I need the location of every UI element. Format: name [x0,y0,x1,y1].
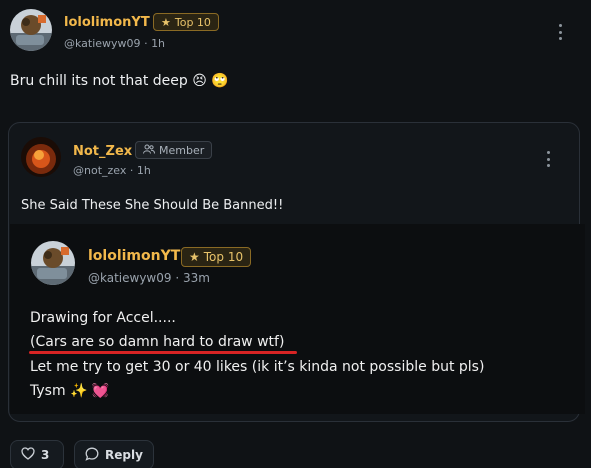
avatar [31,241,75,285]
post-text: Bru chill its not that deep 😣 🙄 [10,73,229,89]
member-badge: Member [135,141,213,159]
member-icon [143,144,155,157]
more-options-icon[interactable] [554,24,566,40]
avatar[interactable] [10,9,52,51]
more-options-icon[interactable] [542,151,554,167]
timestamp: 1h [136,164,151,177]
screenshot-author-handle: @katiewyw09 · 33m [88,271,210,285]
attached-screenshot[interactable]: lololimonYT ★ Top 10 @katiewyw09 · 33m D… [10,224,585,414]
badge-label: Member [159,143,205,157]
heart-icon [21,447,35,463]
screenshot-author-name: lololimonYT [88,248,181,264]
like-count: 3 [41,448,50,462]
separator-dot: · [144,37,152,50]
comment-icon [85,447,99,464]
like-button[interactable]: 3 [10,440,64,468]
top10-badge: ★ Top 10 [153,13,219,31]
post-author-name[interactable]: lololimonYT [64,15,150,30]
post-author-handle[interactable]: @katiewyw09 · 1h [64,37,165,50]
handle-text: @katiewyw09 [64,37,141,50]
top10-badge: ★ Top 10 [181,247,252,267]
reply-button[interactable]: Reply [74,440,154,468]
badge-label: Top 10 [203,250,244,264]
screenshot-line: Drawing for Accel..... [30,310,176,326]
quote-author-handle[interactable]: @not_zex · 1h [73,164,151,177]
separator-dot: · [175,271,183,285]
screenshot-line: Let me try to get 30 or 40 likes (ik it’… [30,359,485,375]
handle-text: @not_zex [73,164,127,177]
timestamp: 33m [182,271,210,285]
red-underline [29,351,297,354]
post-page: lololimonYT ★ Top 10 @katiewyw09 · 1h Br… [0,0,591,468]
star-icon: ★ [161,15,171,29]
handle-text: @katiewyw09 [88,271,172,285]
screenshot-line: (Cars are so damn hard to draw wtf) [30,334,285,350]
quote-author-name[interactable]: Not_Zex [73,144,132,159]
timestamp: 1h [151,37,166,50]
quote-text: She Said These She Should Be Banned!! [21,198,284,213]
separator-dot: · [129,164,137,177]
badge-label: Top 10 [174,15,211,29]
screenshot-line: Tysm ✨ 💓 [30,383,110,399]
avatar[interactable] [21,137,61,177]
star-icon: ★ [189,250,200,264]
reply-label: Reply [105,448,143,462]
